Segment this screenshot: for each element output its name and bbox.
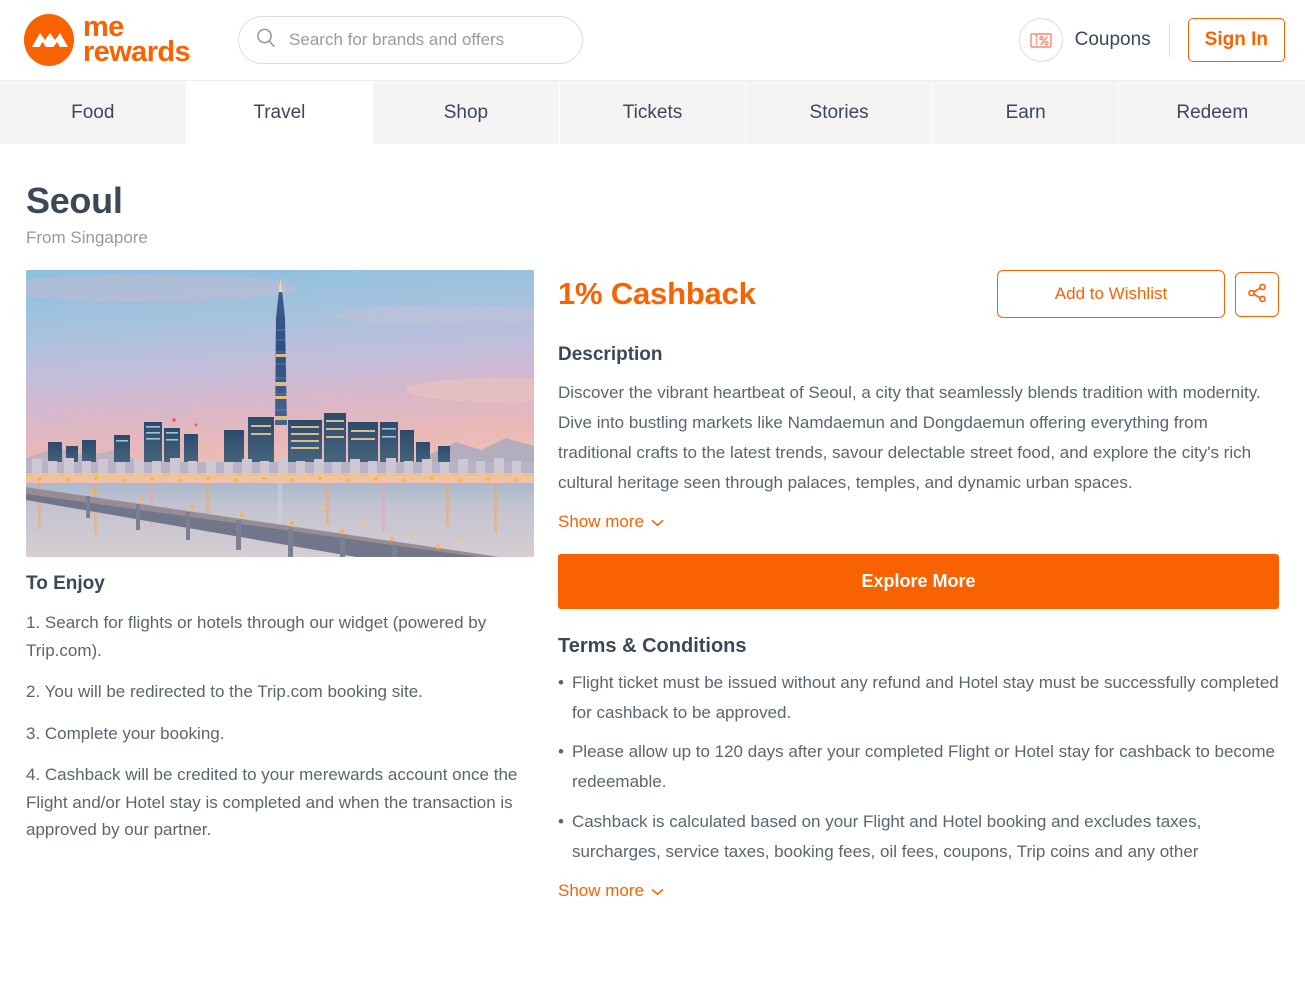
offer-actions: Add to Wishlist bbox=[997, 270, 1279, 318]
bullet-icon: • bbox=[558, 812, 564, 832]
merewards-logo-icon bbox=[24, 14, 74, 66]
header-actions: Coupons Sign In bbox=[1018, 18, 1285, 62]
nav-item-travel[interactable]: Travel bbox=[186, 81, 374, 144]
share-button[interactable] bbox=[1235, 271, 1279, 317]
search-box[interactable] bbox=[238, 16, 584, 64]
share-icon bbox=[1246, 282, 1268, 307]
terms-item: • Please allow up to 120 days after your… bbox=[558, 737, 1279, 797]
coupons-button[interactable]: Coupons bbox=[1018, 18, 1151, 62]
two-column-layout: To Enjoy 1. Search for flights or hotels… bbox=[26, 270, 1279, 901]
description-heading: Description bbox=[558, 344, 663, 365]
description-show-more-label: Show more bbox=[558, 511, 644, 531]
chevron-down-icon bbox=[651, 512, 664, 532]
terms-show-more-label: Show more bbox=[558, 881, 644, 901]
to-enjoy-heading: To Enjoy bbox=[26, 573, 105, 594]
terms-item-text: Please allow up to 120 days after your c… bbox=[571, 742, 1275, 792]
explore-more-button[interactable]: Explore More bbox=[558, 553, 1279, 609]
to-enjoy-step-3: 3. Complete your booking. bbox=[26, 723, 225, 743]
add-to-wishlist-button[interactable]: Add to Wishlist bbox=[997, 270, 1225, 318]
terms-show-more-button[interactable]: Show more bbox=[558, 881, 664, 901]
nav-item-shop[interactable]: Shop bbox=[373, 81, 560, 144]
bullet-icon: • bbox=[558, 742, 564, 762]
nav-item-stories[interactable]: Stories bbox=[746, 81, 933, 144]
search-icon bbox=[255, 27, 277, 54]
search-input[interactable] bbox=[289, 30, 567, 50]
page-content: Seoul From Singapore To Enjoy 1. Search … bbox=[0, 144, 1305, 901]
nav-item-earn[interactable]: Earn bbox=[932, 81, 1120, 144]
bullet-icon: • bbox=[558, 672, 564, 692]
brand-logo[interactable]: me rewards bbox=[24, 12, 191, 68]
chevron-down-icon bbox=[651, 881, 664, 901]
main-nav: Food Travel Shop Tickets Stories Earn Re… bbox=[0, 80, 1305, 144]
nav-item-tickets[interactable]: Tickets bbox=[559, 81, 747, 144]
cashback-header-row: 1% Cashback Add to Wishlist bbox=[558, 270, 1279, 318]
cashback-title: 1% Cashback bbox=[558, 276, 756, 311]
to-enjoy-step-4: 4. Cashback will be credited to your mer… bbox=[26, 765, 518, 840]
terms-heading: Terms & Conditions bbox=[558, 634, 747, 657]
right-column: 1% Cashback Add to Wishlist Description … bbox=[558, 270, 1279, 901]
brand-wordmark: me rewards bbox=[83, 12, 191, 68]
page-subtitle: From Singapore bbox=[26, 228, 148, 247]
coupon-percent-icon bbox=[1018, 18, 1063, 62]
terms-item-text: Cashback is calculated based on your Fli… bbox=[571, 812, 1202, 862]
offer-hero-image bbox=[26, 270, 534, 557]
offer-title-block: Seoul From Singapore bbox=[26, 144, 1279, 248]
to-enjoy-step-1: 1. Search for flights or hotels through … bbox=[26, 613, 487, 660]
header-divider bbox=[1168, 23, 1170, 57]
terms-item-text: Flight ticket must be issued without any… bbox=[571, 672, 1279, 722]
terms-item: • Cashback is calculated based on your F… bbox=[558, 807, 1279, 867]
description-body: Discover the vibrant heartbeat of Seoul,… bbox=[558, 383, 1261, 492]
nav-item-food[interactable]: Food bbox=[0, 81, 187, 144]
left-column: To Enjoy 1. Search for flights or hotels… bbox=[26, 270, 534, 901]
coupons-label: Coupons bbox=[1074, 29, 1151, 50]
page-title: Seoul bbox=[26, 180, 123, 221]
terms-item: • Flight ticket must be issued without a… bbox=[558, 668, 1279, 728]
description-show-more-button[interactable]: Show more bbox=[558, 512, 664, 532]
to-enjoy-step-2: 2. You will be redirected to the Trip.co… bbox=[26, 682, 423, 702]
site-header: me rewards Search for brands and offers … bbox=[0, 0, 1305, 80]
nav-item-redeem[interactable]: Redeem bbox=[1119, 81, 1305, 144]
brand-line-2: rewards bbox=[83, 36, 191, 68]
sign-in-button[interactable]: Sign In bbox=[1187, 18, 1285, 62]
